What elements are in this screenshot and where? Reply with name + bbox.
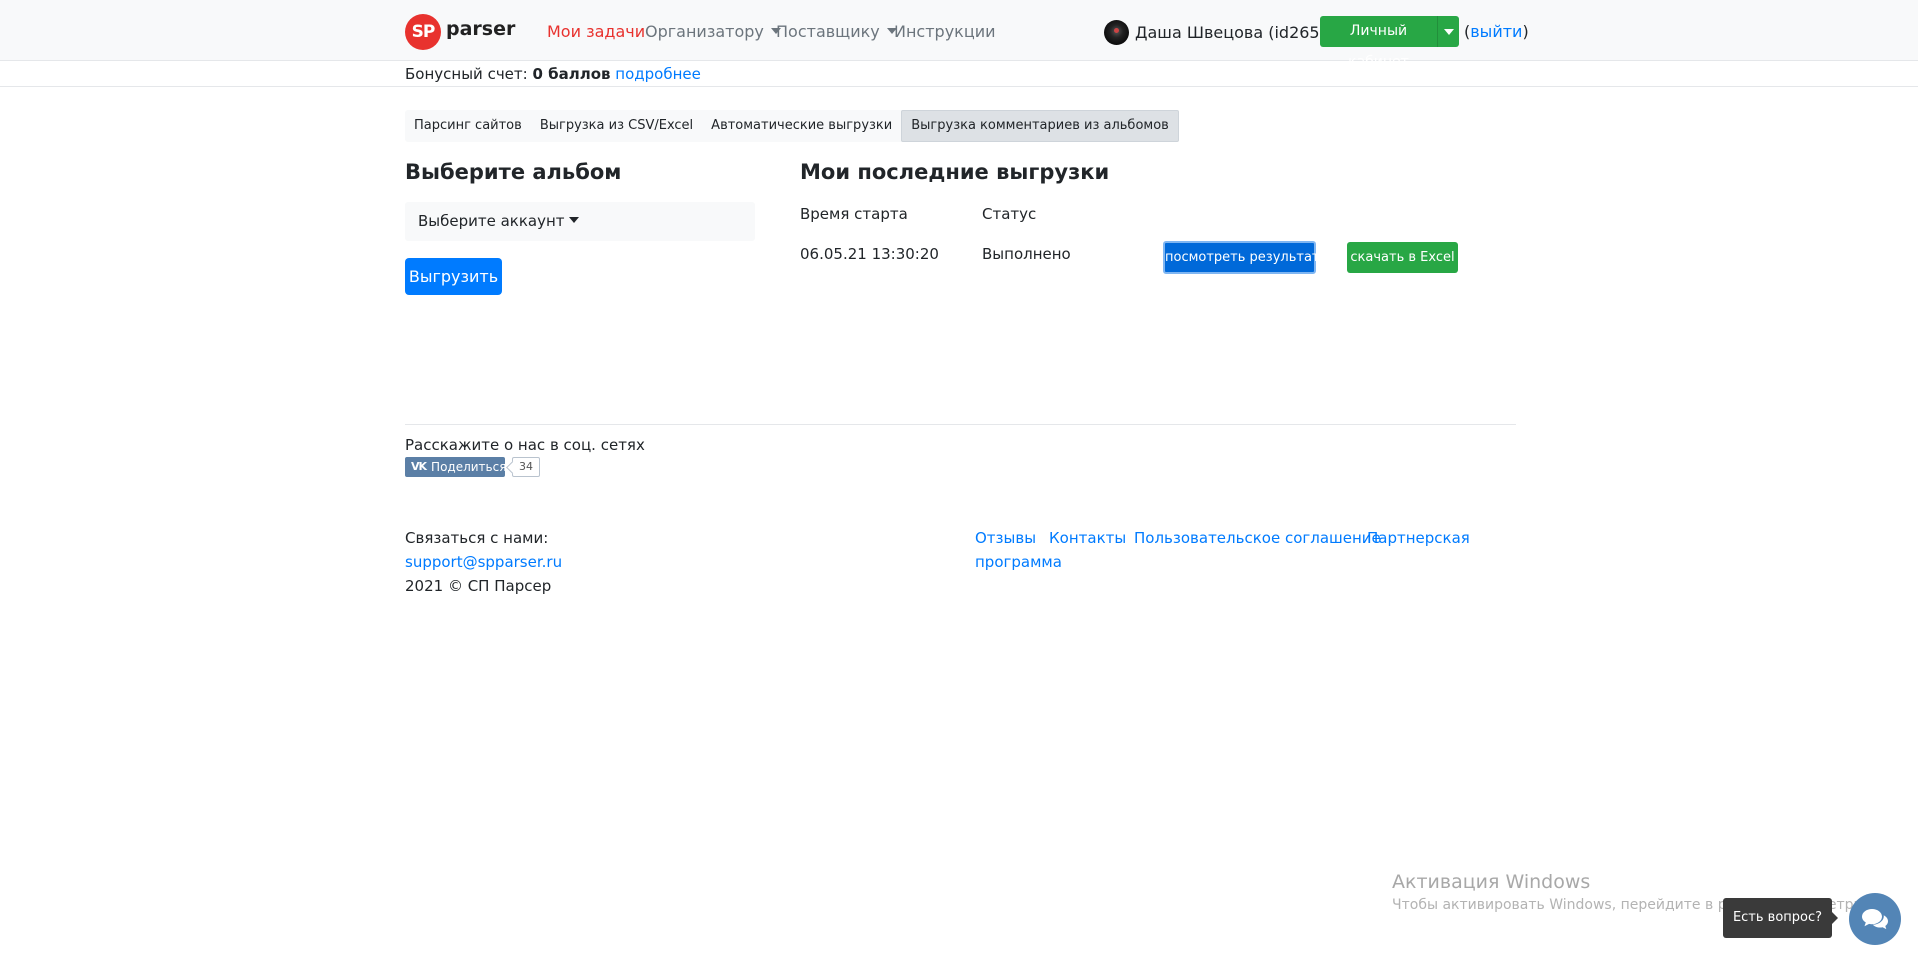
nav-my-tasks[interactable]: Мои задачи (547, 20, 645, 44)
view-result-button[interactable]: посмотреть результат (1163, 241, 1320, 274)
top-navbar: SP parser Мои задачи Организатору Постав… (0, 0, 1918, 70)
cabinet-dropdown-toggle[interactable] (1437, 16, 1459, 47)
nav-instructions[interactable]: Инструкции (894, 20, 996, 44)
copyright: 2021 © СП Парсер (405, 577, 552, 595)
export-button[interactable]: Выгрузить (405, 258, 502, 295)
account-select[interactable]: Выберите аккаунт (405, 202, 755, 241)
logout-link[interactable]: выйти (1470, 22, 1522, 41)
tab-album-comments[interactable]: Выгрузка комментариев из альбомов (901, 110, 1179, 142)
nav-organizer[interactable]: Организатору (645, 20, 781, 44)
tool-tabs: Парсинг сайтов Выгрузка из CSV/Excel Авт… (405, 110, 1179, 142)
logout-paren-close: ) (1522, 22, 1529, 41)
vk-logo-icon: VK (411, 460, 427, 473)
cabinet-button-group: Личный кабинет (1320, 16, 1459, 70)
chat-button[interactable] (1849, 893, 1901, 945)
avatar (1104, 19, 1129, 45)
logo[interactable]: SP parser (405, 14, 535, 50)
tab-auto-exports[interactable]: Автоматические выгрузки (702, 110, 901, 142)
footer-link-agreement[interactable]: Пользовательское соглашение (1134, 526, 1381, 550)
chevron-down-icon (1443, 28, 1454, 35)
row-status: Выполнено (982, 245, 1071, 263)
footer-link-partner-cont[interactable]: программа (975, 550, 1062, 574)
footer-link-contacts[interactable]: Контакты (1049, 526, 1126, 550)
album-heading: Выберите альбом (405, 160, 622, 184)
account-select-label: Выберите аккаунт (418, 212, 565, 230)
nav-organizer-label: Организатору (645, 22, 764, 41)
logo-text: parser (446, 18, 516, 40)
row-start-time: 06.05.21 13:30:20 (800, 245, 939, 263)
cabinet-button[interactable]: Личный кабинет (1320, 16, 1437, 70)
vk-share-label: Поделиться (431, 460, 507, 474)
footer-link-reviews[interactable]: Отзывы (975, 526, 1036, 550)
tab-csv-excel[interactable]: Выгрузка из CSV/Excel (531, 110, 702, 142)
column-start-time: Время старта (800, 205, 908, 223)
chat-bubbles-icon (1862, 909, 1888, 930)
bonus-value: 0 баллов (532, 65, 611, 83)
user-greeting: Даша Швецова (id26527)! (1104, 18, 1353, 46)
nav-supplier[interactable]: Поставщику (776, 20, 897, 44)
support-email-link[interactable]: support@spparser.ru (405, 550, 562, 574)
bonus-label: Бонусный счет: (405, 65, 528, 83)
tab-site-parsing[interactable]: Парсинг сайтов (405, 110, 531, 142)
nav-supplier-label: Поставщику (776, 22, 880, 41)
chat-tooltip[interactable]: Есть вопрос? (1723, 898, 1838, 938)
logout-wrapper: (выйти) (1464, 20, 1529, 44)
vk-share-button[interactable]: VK Поделиться (405, 457, 507, 477)
download-excel-button[interactable]: скачать в Excel (1347, 242, 1458, 273)
contact-label: Связаться с нами: (405, 529, 549, 547)
chevron-down-icon (568, 217, 579, 223)
bonus-line: Бонусный счет: 0 баллов подробнее (405, 64, 701, 84)
exports-heading: Мои последние выгрузки (800, 160, 1110, 184)
windows-activation-title: Активация Windows (1392, 871, 1591, 893)
header-divider (0, 86, 1918, 87)
footer-link-partner[interactable]: Партнерская (1367, 526, 1470, 550)
column-status: Статус (982, 205, 1037, 223)
share-text: Расскажите о нас в соц. сетях (405, 436, 645, 454)
bonus-details-link[interactable]: подробнее (615, 65, 701, 83)
logo-badge: SP (405, 14, 441, 50)
content-divider (405, 424, 1516, 425)
vk-share-count: 34 (512, 457, 540, 477)
